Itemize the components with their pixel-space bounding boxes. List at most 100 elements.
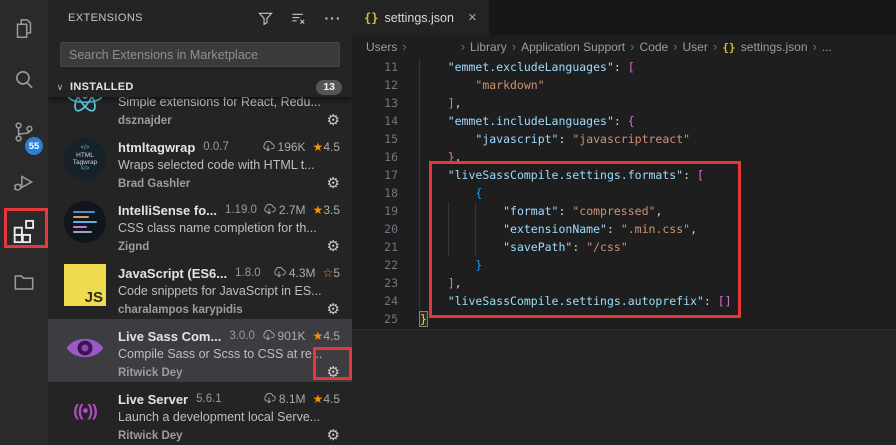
breadcrumb-separator: › <box>461 39 465 54</box>
breadcrumb-separator: › <box>813 39 817 54</box>
editor-empty-area <box>352 329 896 445</box>
chevron-down-icon: ∨ <box>54 82 66 93</box>
line-number: 22 <box>352 256 420 274</box>
installed-section-header[interactable]: ∨ INSTALLED 13 <box>48 77 352 97</box>
download-count: 196K <box>261 139 306 156</box>
files-icon <box>11 15 37 41</box>
line-number: 18 <box>352 184 420 202</box>
breadcrumb-item[interactable]: Users <box>366 40 397 54</box>
star-icon: ★ <box>313 392 324 406</box>
extension-version: 5.6.1 <box>196 393 222 405</box>
search-wrap <box>48 36 352 77</box>
line-number: 19 <box>352 202 420 220</box>
code-line[interactable]: 13 ], <box>352 94 896 112</box>
breadcrumb-separator: › <box>630 39 634 54</box>
more-actions-icon[interactable]: ··· <box>324 9 342 27</box>
code-line[interactable]: 12 "markdown" <box>352 76 896 94</box>
close-icon[interactable]: × <box>468 11 477 25</box>
activity-item-search[interactable] <box>0 60 48 100</box>
extension-item[interactable]: </>HTMLTagwrap</> htmltagwrap 0.0.7 196K ★4.… <box>48 130 352 193</box>
rating-value: 4.5 <box>323 392 340 406</box>
breadcrumb-item[interactable]: ... <box>822 40 832 54</box>
gear-icon[interactable]: ⚙ <box>327 176 340 191</box>
extension-author: dsznajder <box>118 115 327 127</box>
activity-item-source-control[interactable]: 55 <box>0 112 48 152</box>
json-file-icon: {} <box>364 11 378 25</box>
cloud-download-icon <box>261 328 275 345</box>
line-number: 13 <box>352 94 420 112</box>
extension-description: Simple extensions for React, Redu... <box>118 97 340 111</box>
breadcrumb-separator: › <box>713 39 717 54</box>
filter-icon[interactable] <box>256 9 274 27</box>
cloud-download-icon <box>262 391 276 408</box>
extension-version: 3.0.0 <box>229 330 255 342</box>
tab-label: settings.json <box>384 11 453 25</box>
extensions-search-input[interactable] <box>60 42 340 67</box>
extension-author: Ritwick Dey <box>118 430 327 442</box>
sidebar-title: EXTENSIONS <box>68 12 256 24</box>
annotation-live-sass-gear <box>313 347 352 380</box>
line-number: 11 <box>352 58 420 76</box>
extension-description: Wraps selected code with HTML t... <box>118 156 340 174</box>
tab-bar: {} settings.json × <box>352 0 896 35</box>
breadcrumb-item[interactable]: Code <box>639 40 668 54</box>
json-file-icon: {} <box>722 41 735 54</box>
extension-author: charalampos karypidis <box>118 304 327 316</box>
extension-description: Compile Sass or Scss to CSS at re... <box>118 345 340 363</box>
activity-item-debug[interactable] <box>0 162 48 202</box>
star-icon: ☆ <box>323 266 334 280</box>
line-number: 24 <box>352 292 420 310</box>
vscode-window: 55 EXTENSIONS <box>0 0 896 445</box>
extension-item[interactable]: Live Sass Com...3.0.0901K★4.5Compile Sas… <box>48 319 352 382</box>
extension-item[interactable]: ((•))Live Server5.6.18.1M★4.5Launch a de… <box>48 382 352 445</box>
clear-extension-search-icon[interactable] <box>290 9 308 27</box>
sidebar-header: EXTENSIONS ··· <box>48 0 352 36</box>
line-number: 20 <box>352 220 420 238</box>
line-number: 12 <box>352 76 420 94</box>
annotation-extensions-activity-icon <box>4 208 48 248</box>
activity-item-folder[interactable] <box>0 262 48 302</box>
activity-item-explorer[interactable] <box>0 8 48 48</box>
line-number: 15 <box>352 130 420 148</box>
code-line[interactable]: 14 "emmet.includeLanguages": { <box>352 112 896 130</box>
extension-version: 1.19.0 <box>225 204 257 216</box>
extension-version: 0.0.7 <box>203 141 229 153</box>
breadcrumb-item[interactable]: Library <box>470 40 507 54</box>
download-count: 2.7M <box>262 202 306 219</box>
extension-author: Brad Gashler <box>118 178 327 190</box>
gear-icon[interactable]: ⚙ <box>327 428 340 443</box>
extension-author: Zignd <box>118 241 327 253</box>
extension-version: 1.8.0 <box>235 267 261 279</box>
star-icon: ★ <box>313 140 324 154</box>
line-number: 17 <box>352 166 420 184</box>
htmltagwrap-icon: </>HTMLTagwrap</> <box>64 138 106 180</box>
gear-icon[interactable]: ⚙ <box>327 302 340 317</box>
extensions-list: Simple extensions for React, Redu... dszn… <box>48 97 352 445</box>
breadcrumb-item[interactable]: Application Support <box>521 40 625 54</box>
extension-name: htmltagwrap <box>118 140 195 155</box>
tab-settings-json[interactable]: {} settings.json × <box>352 0 490 35</box>
extensions-sidebar: EXTENSIONS ··· ∨ INSTALLED 13 Simple ext… <box>48 0 352 445</box>
line-number: 21 <box>352 238 420 256</box>
javascript-icon: JS <box>64 264 106 306</box>
extension-name: IntelliSense fo... <box>118 203 217 218</box>
debug-icon <box>11 169 37 195</box>
extension-item[interactable]: IntelliSense fo...1.19.02.7M★3.5CSS clas… <box>48 193 352 256</box>
rating-value: 4.5 <box>323 140 340 154</box>
gear-icon[interactable]: ⚙ <box>327 113 340 128</box>
extension-name: Live Sass Com... <box>118 329 221 344</box>
extension-item[interactable]: Simple extensions for React, Redu... dszn… <box>48 97 352 130</box>
live-sass-eye-icon <box>64 327 106 369</box>
gear-icon[interactable]: ⚙ <box>327 239 340 254</box>
star-icon: ★ <box>313 329 324 343</box>
breadcrumb-item[interactable]: User <box>683 40 708 54</box>
code-line[interactable]: 15 "javascript": "javascriptreact" <box>352 130 896 148</box>
line-number: 23 <box>352 274 420 292</box>
extension-item[interactable]: JSJavaScript (ES6...1.8.04.3M☆5Code snip… <box>48 256 352 319</box>
line-number: 16 <box>352 148 420 166</box>
code-line[interactable]: 11 "emmet.excludeLanguages": [ <box>352 58 896 76</box>
breadcrumb-item[interactable]: {} settings.json <box>722 40 807 54</box>
live-server-icon: ((•)) <box>64 390 106 432</box>
intellisense-icon <box>64 201 106 243</box>
cloud-download-icon <box>272 265 286 282</box>
